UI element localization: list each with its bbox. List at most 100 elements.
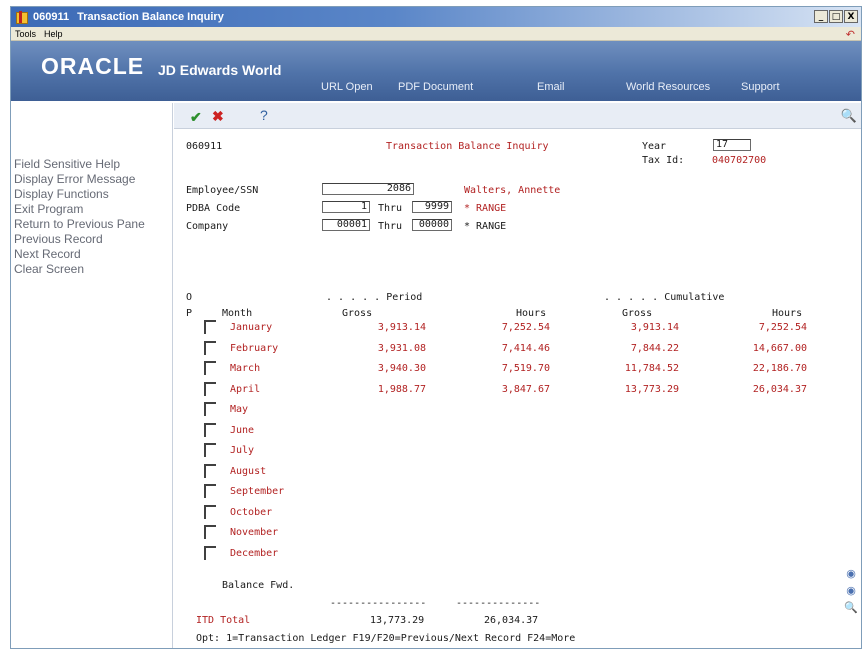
row-cumulative-hours: 26,034.37 (752, 383, 807, 395)
col-header-month: Month (222, 308, 253, 319)
itd-total-hours: 26,034.37 (484, 615, 539, 626)
row-option-checkbox[interactable] (204, 545, 216, 560)
row-month[interactable]: October (230, 507, 272, 518)
row-month[interactable]: April (230, 384, 260, 395)
balance-fwd-label: Balance Fwd. (222, 580, 295, 591)
row-option-checkbox[interactable] (204, 381, 216, 396)
footer-options: Opt: 1=Transaction Ledger F19/F20=Previo… (196, 633, 576, 644)
gross-total-rule: ---------------- (330, 598, 427, 609)
cumulative-group-header: . . . . . Cumulative (604, 292, 725, 303)
screen-title: Transaction Balance Inquiry (386, 141, 549, 152)
row-option-checkbox[interactable] (204, 484, 216, 498)
pdba-label: PDBA Code (186, 203, 241, 214)
col-header-cumulative-hours: Hours (772, 308, 803, 319)
pdba-to-input[interactable]: 9999 (412, 201, 452, 213)
back-arrow-icon[interactable]: ↶ (846, 28, 855, 41)
row-period-hours: 3,847.67 (501, 383, 550, 395)
sidebar-item-clear-screen[interactable]: Clear Screen (14, 262, 172, 277)
title-program-id: 060911 (33, 11, 70, 23)
check-icon[interactable]: ✔ (190, 109, 202, 126)
help-icon[interactable]: ? (260, 107, 268, 123)
function-sidebar: Field Sensitive Help Display Error Messa… (11, 103, 173, 648)
sidebar-item-field-help[interactable]: Field Sensitive Help (14, 157, 172, 172)
close-button[interactable]: X (844, 10, 858, 23)
row-month[interactable]: February (230, 343, 278, 354)
menu-help[interactable]: Help (44, 29, 63, 39)
pdba-range: * RANGE (464, 203, 507, 214)
row-option-checkbox[interactable] (204, 361, 216, 375)
sidebar-item-previous-record[interactable]: Previous Record (14, 232, 172, 247)
row-period-gross: 3,931.08 (377, 342, 426, 354)
year-input[interactable]: 17 (713, 139, 751, 151)
row-period-gross: 3,913.14 (377, 322, 426, 333)
col-header-period-hours: Hours (516, 308, 547, 319)
row-cumulative-hours: 7,252.54 (758, 322, 807, 333)
row-option-checkbox[interactable] (204, 463, 216, 478)
sidebar-item-display-functions[interactable]: Display Functions (14, 187, 172, 202)
period-group-header: . . . . . Period (326, 292, 423, 303)
maximize-button[interactable]: □ (829, 10, 843, 23)
scroll-down-icon[interactable]: ◉ (843, 584, 859, 597)
minimize-button[interactable]: _ (814, 10, 828, 23)
col-header-p: P (186, 308, 193, 319)
hours-total-rule: -------------- (456, 598, 541, 609)
employee-input[interactable]: 2086 (322, 183, 414, 195)
row-option-checkbox[interactable] (204, 402, 216, 416)
employee-label: Employee/SSN (186, 185, 259, 196)
company-from-input[interactable]: 00001 (322, 219, 370, 231)
nav-url-open[interactable]: URL Open (321, 81, 373, 93)
oracle-logo: ORACLE (41, 53, 145, 79)
row-period-hours: 7,252.54 (501, 322, 550, 333)
taxid-value: 040702700 (712, 155, 767, 166)
row-cumulative-gross: 7,844.22 (630, 342, 679, 354)
title-bar: 060911 Transaction Balance Inquiry _ □ X (11, 7, 861, 27)
row-option-checkbox[interactable] (204, 443, 216, 457)
row-period-gross: 1,988.77 (377, 383, 426, 395)
employee-name: Walters, Annette (464, 185, 561, 196)
company-thru-label: Thru (378, 221, 403, 232)
company-to-input[interactable]: 00000 (412, 219, 452, 231)
pdba-from-input[interactable]: 1 (322, 201, 370, 213)
nav-email[interactable]: Email (537, 81, 565, 93)
col-header-cumulative-gross: Gross (622, 308, 653, 319)
row-option-checkbox[interactable] (204, 320, 216, 334)
sidebar-item-exit-program[interactable]: Exit Program (14, 202, 172, 217)
search-icon[interactable]: 🔍 (841, 108, 857, 124)
menu-bar: Tools Help ↶ (11, 27, 861, 41)
row-option-checkbox[interactable] (204, 422, 216, 437)
row-option-checkbox[interactable] (204, 525, 216, 539)
taxid-label: Tax Id: (642, 155, 685, 166)
row-month[interactable]: June (230, 425, 254, 436)
nav-pdf-document[interactable]: PDF Document (398, 81, 473, 93)
row-period-gross: 3,940.30 (377, 363, 426, 374)
sidebar-item-next-record[interactable]: Next Record (14, 247, 172, 262)
menu-tools[interactable]: Tools (15, 29, 36, 39)
action-toolbar: ✔ ✖ ? 🔍 (174, 103, 861, 129)
row-option-checkbox[interactable] (204, 340, 216, 355)
cancel-icon[interactable]: ✖ (212, 108, 224, 125)
window-controls: _ □ X (814, 10, 858, 23)
window-title: Transaction Balance Inquiry (77, 11, 224, 23)
row-option-checkbox[interactable] (204, 504, 216, 519)
row-month[interactable]: May (230, 404, 248, 415)
row-month[interactable]: March (230, 363, 260, 374)
row-month[interactable]: November (230, 527, 278, 538)
row-month[interactable]: September (230, 486, 284, 497)
row-month[interactable]: December (230, 548, 278, 559)
row-month[interactable]: July (230, 445, 254, 456)
right-rail: ◉ ◉ 🔍 (843, 567, 859, 618)
zoom-icon[interactable]: 🔍 (843, 601, 859, 614)
row-month[interactable]: August (230, 466, 266, 477)
nav-support[interactable]: Support (741, 81, 780, 93)
scroll-up-icon[interactable]: ◉ (843, 567, 859, 580)
row-cumulative-gross: 3,913.14 (630, 322, 679, 333)
col-header-o: O (186, 292, 193, 303)
row-cumulative-hours: 22,186.70 (752, 363, 807, 374)
sidebar-item-error-message[interactable]: Display Error Message (14, 172, 172, 187)
company-label: Company (186, 221, 229, 232)
sidebar-item-return-previous-pane[interactable]: Return to Previous Pane (14, 217, 172, 232)
row-month[interactable]: January (230, 322, 272, 333)
row-period-hours: 7,414.46 (501, 342, 550, 354)
nav-world-resources[interactable]: World Resources (626, 81, 710, 93)
inquiry-form: 060911 Transaction Balance Inquiry Year … (174, 129, 839, 648)
